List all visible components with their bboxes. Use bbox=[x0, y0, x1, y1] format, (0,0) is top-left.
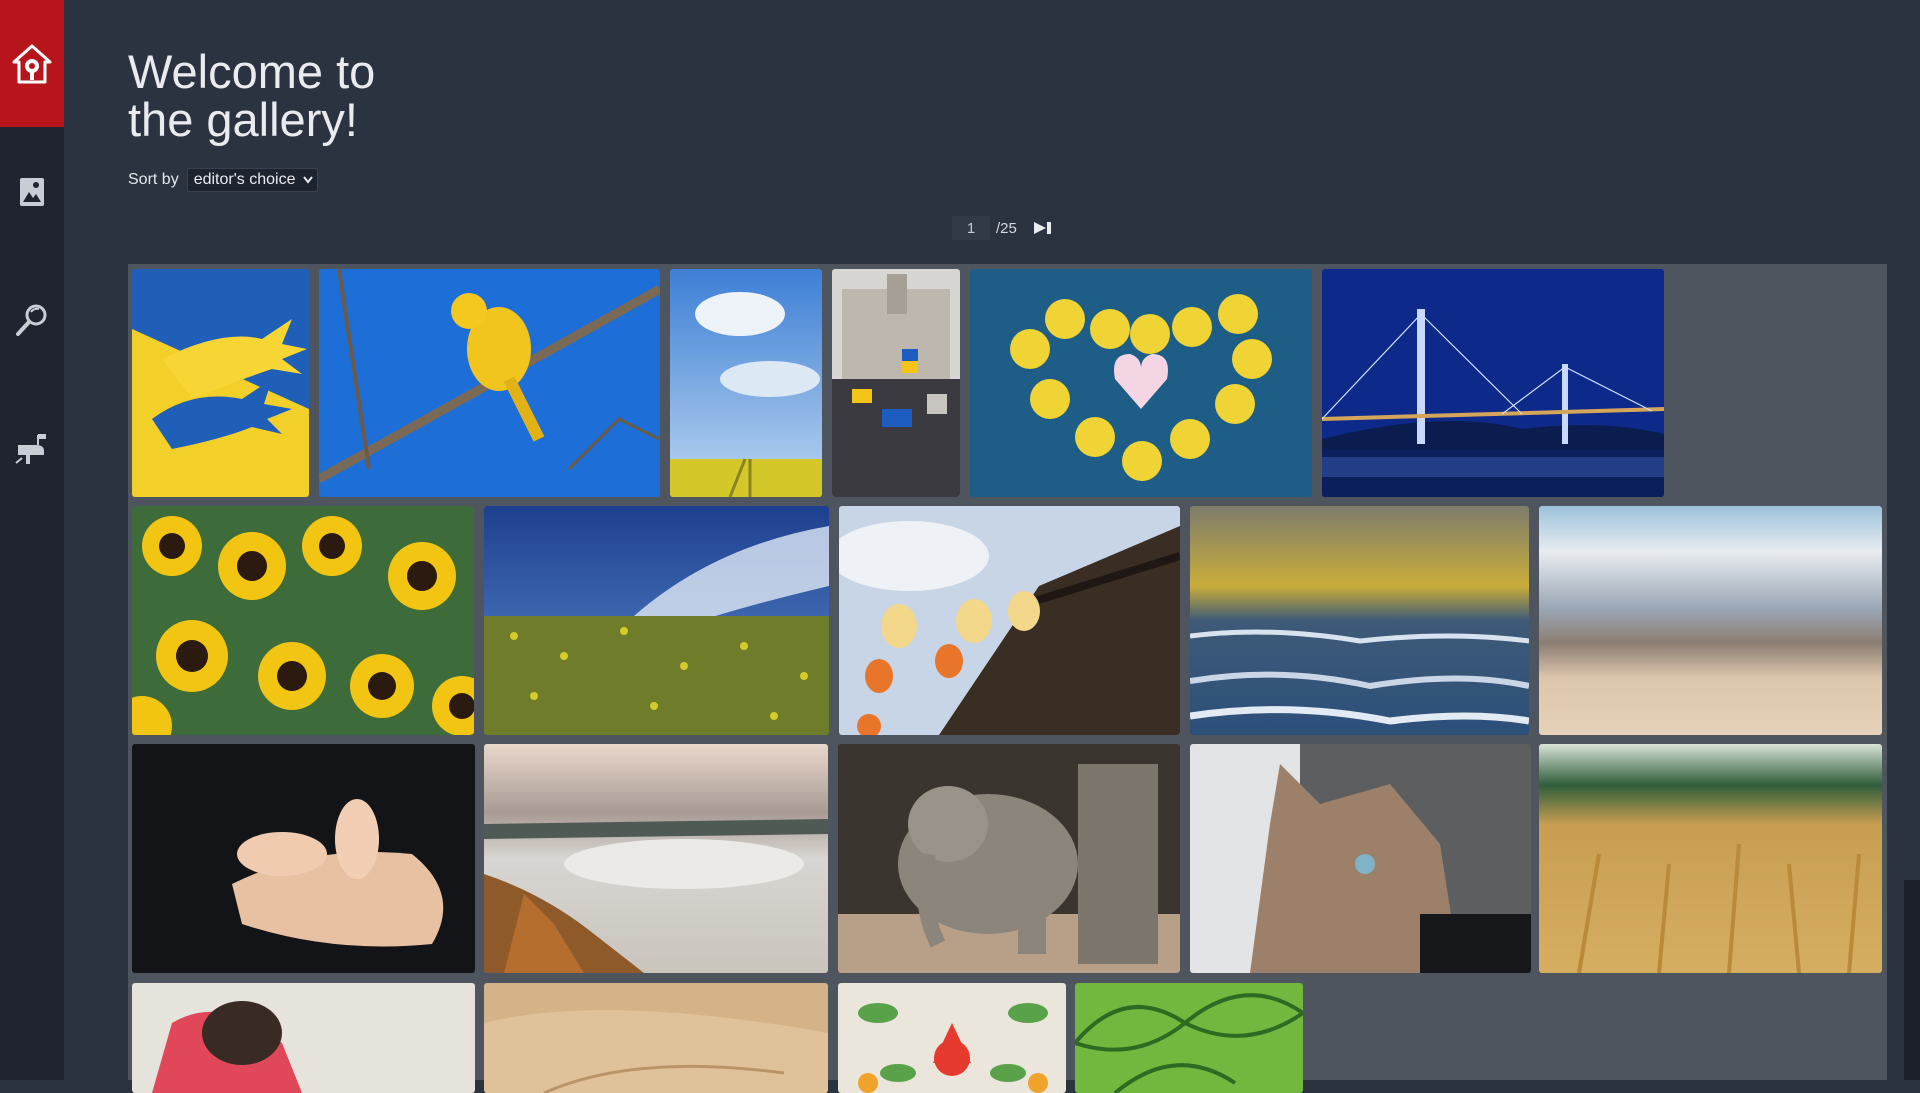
gallery-image[interactable] bbox=[484, 744, 828, 973]
gallery-image[interactable] bbox=[1075, 983, 1303, 1093]
scrollbar-thumb[interactable] bbox=[1904, 880, 1920, 1080]
gallery-image[interactable] bbox=[838, 744, 1180, 973]
skip-to-end-icon bbox=[1033, 222, 1051, 234]
gallery-image[interactable] bbox=[1539, 744, 1882, 973]
pagination: /25 bbox=[952, 216, 1053, 240]
last-page-button[interactable] bbox=[1033, 221, 1053, 235]
home-logo-icon bbox=[12, 44, 52, 83]
gallery-image[interactable] bbox=[1190, 744, 1531, 973]
gallery-image[interactable] bbox=[132, 506, 474, 735]
sort-label: Sort by bbox=[128, 171, 179, 188]
gallery-image[interactable] bbox=[319, 269, 660, 497]
gallery-image[interactable] bbox=[1190, 506, 1529, 735]
page-scrollbar[interactable] bbox=[1904, 0, 1920, 1080]
gallery-image[interactable] bbox=[670, 269, 822, 497]
sort-control: Sort by editor's choice bbox=[128, 168, 319, 192]
search-magnifier-icon bbox=[16, 304, 47, 336]
gallery-image[interactable] bbox=[484, 506, 829, 735]
gallery-image[interactable] bbox=[132, 269, 309, 497]
page-total: /25 bbox=[996, 219, 1017, 237]
gallery-icon bbox=[20, 178, 44, 206]
gallery-image[interactable] bbox=[132, 744, 475, 973]
sort-selected-value: editor's choice bbox=[193, 170, 296, 188]
gallery-image[interactable] bbox=[970, 269, 1312, 497]
gallery-image[interactable] bbox=[1539, 506, 1882, 735]
page-number-input[interactable] bbox=[952, 216, 990, 240]
home-logo-button[interactable] bbox=[0, 0, 64, 127]
gallery-image[interactable] bbox=[832, 269, 960, 497]
image-gallery bbox=[128, 264, 1887, 1093]
gallery-image[interactable] bbox=[838, 983, 1066, 1093]
gallery-image[interactable] bbox=[132, 983, 475, 1093]
nav-mailbox-button[interactable] bbox=[0, 418, 64, 478]
mailbox-icon bbox=[15, 434, 46, 464]
gallery-image[interactable] bbox=[484, 983, 828, 1093]
page-title: Welcome to the gallery! bbox=[128, 45, 376, 146]
nav-gallery-button[interactable] bbox=[0, 162, 64, 222]
chevron-down-icon bbox=[303, 175, 314, 184]
sidebar bbox=[0, 0, 64, 1080]
gallery-image[interactable] bbox=[1322, 269, 1664, 497]
gallery-image[interactable] bbox=[839, 506, 1180, 735]
nav-search-button[interactable] bbox=[0, 290, 64, 350]
sort-select[interactable]: editor's choice bbox=[186, 168, 319, 192]
